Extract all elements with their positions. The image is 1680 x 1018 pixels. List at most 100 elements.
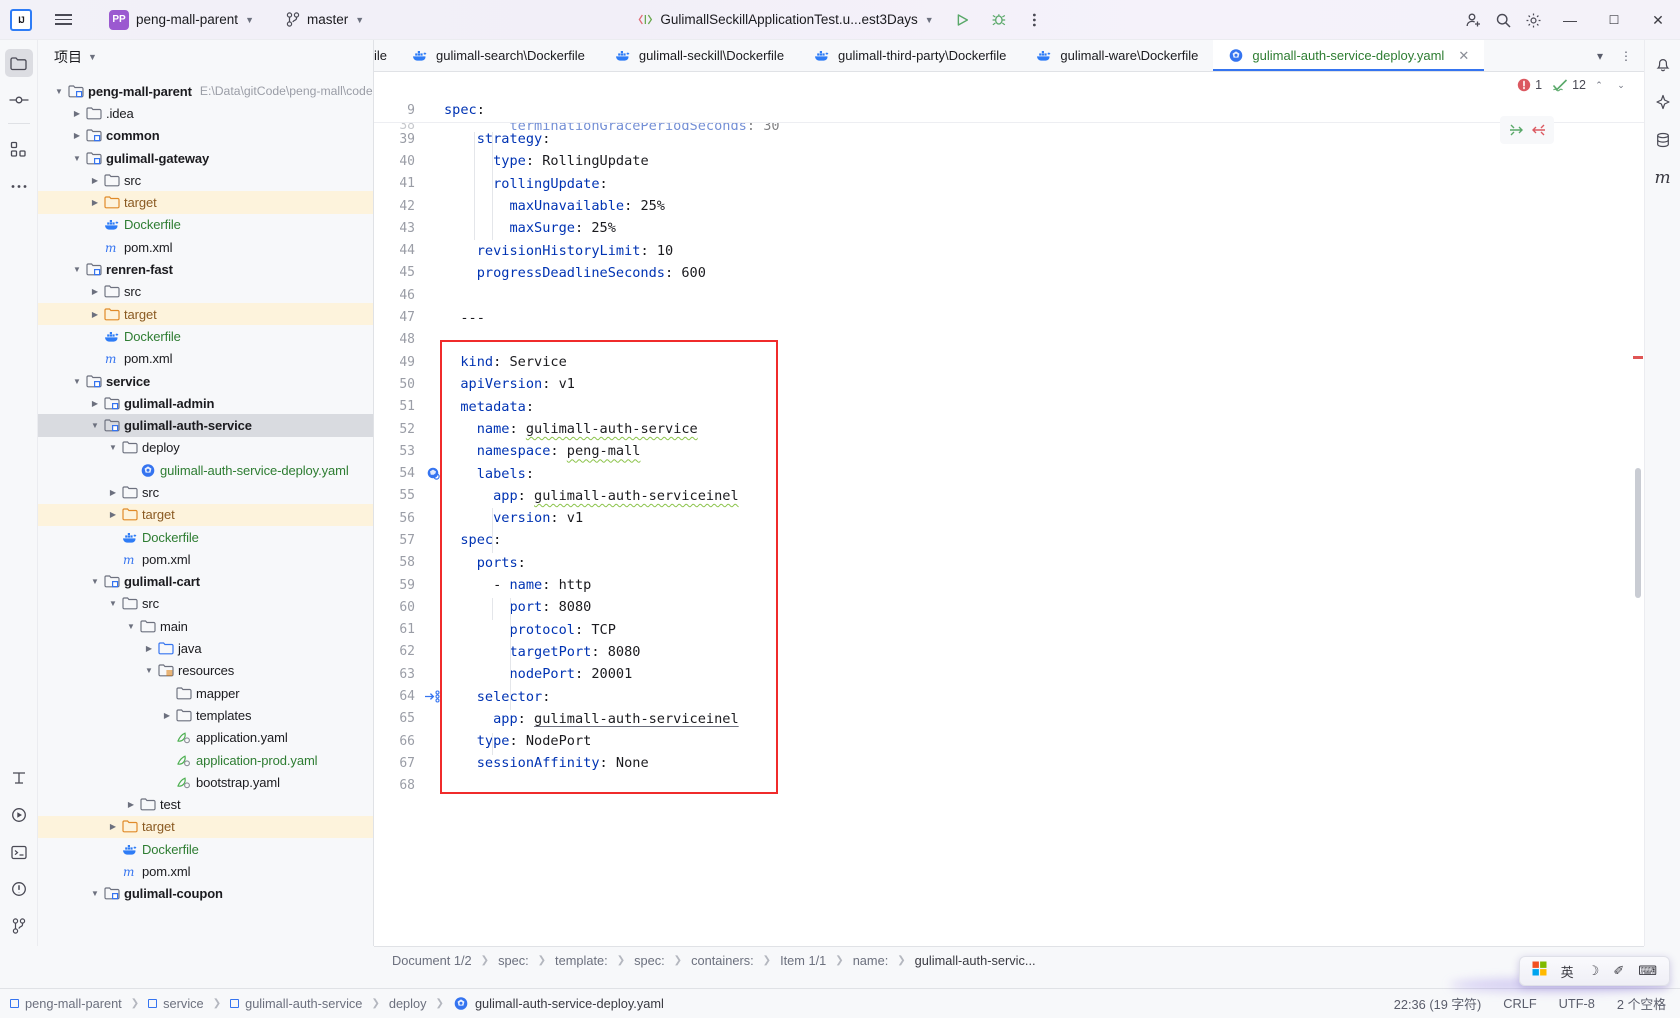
tree-item-dockerfile[interactable]: Dockerfile [38,838,373,860]
code-line[interactable]: 47 --- [374,306,1644,328]
close-button[interactable]: ✕ [1636,0,1680,40]
tree-item-target[interactable]: ▶ target [38,815,373,839]
chevron-right-icon[interactable]: ▶ [88,176,102,185]
editor-tab-gulimall-seckill-dockerfile[interactable]: gulimall-seckill\Dockerfile [600,40,799,71]
previous-problem-button[interactable]: ⌃ [1590,76,1608,94]
notifications-button[interactable] [1649,50,1677,78]
chevron-down-icon[interactable]: ▼ [88,52,97,62]
debug-button[interactable] [984,5,1014,35]
next-problem-button[interactable]: ⌄ [1612,76,1630,94]
status-path-item[interactable]: deploy [389,996,427,1011]
editor-tab-ile[interactable]: ile [374,40,397,71]
sidebar-item-run[interactable] [5,801,33,829]
chevron-down-icon[interactable]: ▼ [70,154,84,163]
chevron-down-icon[interactable]: ▼ [88,577,102,586]
code-line[interactable]: 63 nodePort: 20001 [374,663,1644,685]
ai-assistant-button[interactable] [1649,88,1677,116]
tree-item-resources[interactable]: ▼ resources [38,660,373,682]
tree-item-common[interactable]: ▶ common [38,125,373,147]
sidebar-item-problems[interactable] [5,875,33,903]
editor-breadcrumbs[interactable]: Document 1/2 ❯ spec: ❯ template: ❯ spec: ❯ conta… [374,946,1644,974]
breadcrumb-item[interactable]: spec: [498,953,529,968]
code-line[interactable]: 40 type: RollingUpdate [374,150,1644,172]
chevron-down-icon[interactable]: ▼ [106,443,120,452]
tree-item-peng-mall-parent[interactable]: ▼ peng-mall-parent E:\Data\gitCode\peng-ma… [38,80,373,102]
breadcrumb-item[interactable]: Item 1/1 [780,953,826,968]
maven-button[interactable]: m [1649,164,1677,192]
code-line[interactable]: 65 app: gulimall-auth-serviceinel [374,708,1644,730]
ime-popup[interactable]: 英 ☽ ✐ ⌨ [1518,956,1670,986]
tree-item-src[interactable]: ▼ src [38,593,373,615]
tree-item-application-prod-yaml[interactable]: application-prod.yaml [38,749,373,771]
tree-item-deploy[interactable]: ▼ deploy [38,437,373,459]
chevron-right-icon[interactable]: ▶ [124,800,138,809]
project-selector[interactable]: PP peng-mall-parent ▼ [102,7,261,33]
chevron-down-icon[interactable]: ▼ [88,889,102,898]
tree-item-pom-xml[interactable]: m pom.xml [38,236,373,258]
tree-item--idea[interactable]: ▶ .idea [38,102,373,124]
code-line[interactable]: 52 name: gulimall-auth-service [374,418,1644,440]
chevron-right-icon[interactable]: ▶ [88,399,102,408]
caret-position[interactable]: 22:36 (19 字符) [1394,994,1482,1013]
tree-item-main[interactable]: ▼ main [38,615,373,637]
chevron-right-icon[interactable]: ▶ [106,510,120,519]
tree-item-templates[interactable]: ▶ templates [38,704,373,726]
code-line[interactable]: 66 type: NodePort [374,730,1644,752]
code-line[interactable]: 44 revisionHistoryLimit: 10 [374,239,1644,261]
editor-scrollbar[interactable] [1632,98,1644,918]
tree-item-src[interactable]: ▶ src [38,481,373,503]
chevron-right-icon[interactable]: ▶ [70,109,84,118]
code-editor[interactable]: 9 spec: 38 terminationGracePeriodSeconds… [374,98,1644,918]
breadcrumb-item[interactable]: Document 1/2 [392,953,472,968]
editor-tab-bar[interactable]: ile gulimall-search\Dockerfile gulimall-se… [374,40,1644,72]
chevron-right-icon[interactable]: ▶ [142,644,156,653]
status-path-item[interactable]: peng-mall-parent [10,996,122,1011]
code-line[interactable]: 67 sessionAffinity: None [374,752,1644,774]
code-line[interactable]: 55 app: gulimall-auth-serviceinel [374,485,1644,507]
chevron-down-icon[interactable]: ▼ [88,421,102,430]
more-options-icon[interactable]: ⋮ [1614,44,1638,68]
status-bar-path[interactable]: peng-mall-parent ❯ service ❯ gulimall-auth-s… [10,996,664,1011]
tree-item-dockerfile[interactable]: Dockerfile [38,214,373,236]
chevron-right-icon[interactable]: ▶ [88,287,102,296]
line-separator[interactable]: CRLF [1503,996,1536,1011]
tree-item-target[interactable]: ▶ target [38,503,373,526]
expand-all-icon[interactable] [1506,120,1526,140]
settings-button[interactable] [1518,5,1548,35]
chevron-right-icon[interactable]: ▶ [70,131,84,140]
code-line[interactable]: 49 kind: Service [374,351,1644,373]
maximize-button[interactable]: ☐ [1592,0,1636,40]
file-encoding[interactable]: UTF-8 [1559,996,1595,1011]
editor-tab-gulimall-ware-dockerfile[interactable]: gulimall-ware\Dockerfile [1021,40,1213,71]
main-menu-icon[interactable] [46,3,80,37]
ime-mode-label[interactable]: 英 [1561,962,1574,981]
tree-item-dockerfile[interactable]: Dockerfile [38,325,373,347]
chevron-right-icon[interactable]: ▶ [106,822,120,831]
code-lines[interactable]: 39 strategy: 40 type: RollingUpdate 41 rol… [374,128,1644,918]
sidebar-item-project[interactable] [4,49,33,77]
tree-item-gulimall-admin[interactable]: ▶ gulimall-admin [38,392,373,414]
code-line[interactable]: 50 apiVersion: v1 [374,373,1644,395]
chevron-down-icon[interactable]: ▼ [106,599,120,608]
breadcrumb-item[interactable]: containers: [691,953,754,968]
code-line[interactable]: 46 [374,284,1644,306]
tree-item-target[interactable]: ▶ target [38,191,373,214]
tree-item-pom-xml[interactable]: m pom.xml [38,348,373,370]
ime-keyboard-icon[interactable]: ⌨ [1638,963,1657,979]
indent-setting[interactable]: 2 个空格 [1617,994,1666,1013]
sidebar-item-version-control[interactable] [5,912,33,940]
code-line[interactable]: 45 progressDeadlineSeconds: 600 [374,262,1644,284]
breadcrumb-item[interactable]: template: [555,953,608,968]
run-target-icon[interactable] [422,690,444,703]
tree-item-renren-fast[interactable]: ▼ renren-fast [38,258,373,280]
run-configuration-selector[interactable]: GulimallSeckillApplicationTest.u...est3D… [630,7,941,33]
code-line[interactable]: 59 - name: http [374,574,1644,596]
tree-item-mapper[interactable]: mapper [38,682,373,704]
warning-count-indicator[interactable]: 12 [1552,78,1586,92]
editor-floating-actions[interactable] [1500,116,1554,144]
breadcrumb-item[interactable]: spec: [634,953,665,968]
tree-item-bootstrap-yaml[interactable]: bootstrap.yaml [38,771,373,793]
run-button[interactable] [948,5,978,35]
add-user-button[interactable] [1458,5,1488,35]
database-button[interactable] [1649,126,1677,154]
